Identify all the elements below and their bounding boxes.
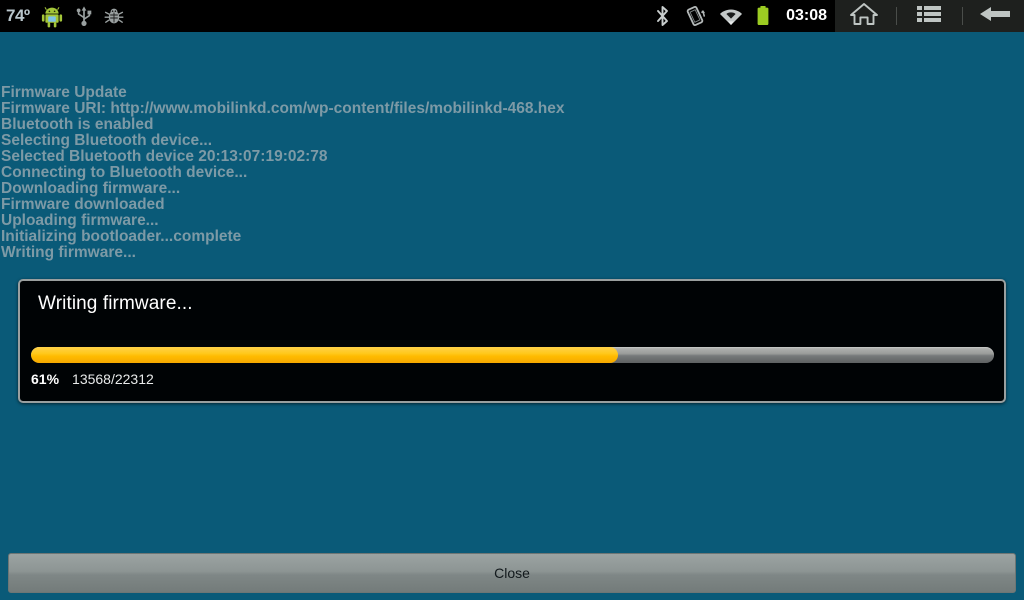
navigation-bar: [835, 0, 1024, 32]
nav-divider-2: [961, 7, 963, 25]
bluetooth-icon: [654, 5, 671, 27]
temperature-indicator: 74º: [6, 6, 30, 25]
clock: 03:08: [786, 7, 827, 24]
android-mascot-icon: [40, 4, 64, 28]
log-line: Initializing bootloader...complete: [1, 228, 242, 245]
log-line: Firmware Update: [1, 84, 127, 101]
log-line: Downloading firmware...: [1, 180, 181, 197]
log-line: Writing firmware...: [1, 244, 136, 261]
log-line: Uploading firmware...: [1, 212, 159, 229]
status-bar-right-group: 03:08: [654, 0, 835, 32]
log-line: Selecting Bluetooth device...: [1, 132, 213, 149]
progress-percent-label: 61%: [31, 371, 60, 387]
back-icon: [978, 3, 1012, 30]
log-line: Firmware URI: http://www.mobilinkd.com/w…: [1, 100, 565, 117]
progress-bar: [31, 347, 994, 363]
progress-bar-fill: [31, 347, 619, 363]
log-line: Firmware downloaded: [1, 196, 165, 213]
progress-count-label: 13568/22312: [72, 371, 154, 387]
dialog-title: Writing firmware...: [38, 293, 193, 314]
log-line: Connecting to Bluetooth device...: [1, 164, 248, 181]
nav-divider-1: [896, 7, 898, 25]
log-line: Selected Bluetooth device 20:13:07:19:02…: [1, 148, 328, 165]
close-button[interactable]: Close: [8, 553, 1016, 593]
log-line: Bluetooth is enabled: [1, 116, 154, 133]
status-bar-left-group: 74º: [0, 0, 124, 32]
menu-button[interactable]: [903, 0, 955, 32]
wifi-icon: [719, 6, 743, 26]
menu-icon: [914, 3, 944, 30]
debug-bug-icon: [104, 6, 124, 26]
battery-icon: [756, 5, 770, 27]
firmware-log: Firmware Update Firmware URI: http://www…: [0, 85, 1024, 261]
home-button[interactable]: [838, 0, 890, 32]
progress-dialog: Writing firmware... 61% 13568/22312: [18, 279, 1006, 403]
screen-rotation-icon: [684, 5, 706, 27]
back-button[interactable]: [969, 0, 1021, 32]
home-icon: [849, 1, 879, 32]
close-button-label: Close: [494, 565, 530, 581]
usb-icon: [74, 5, 94, 27]
status-bar: 74º 03:08: [0, 0, 1024, 32]
progress-stats: 61% 13568/22312: [31, 371, 154, 387]
